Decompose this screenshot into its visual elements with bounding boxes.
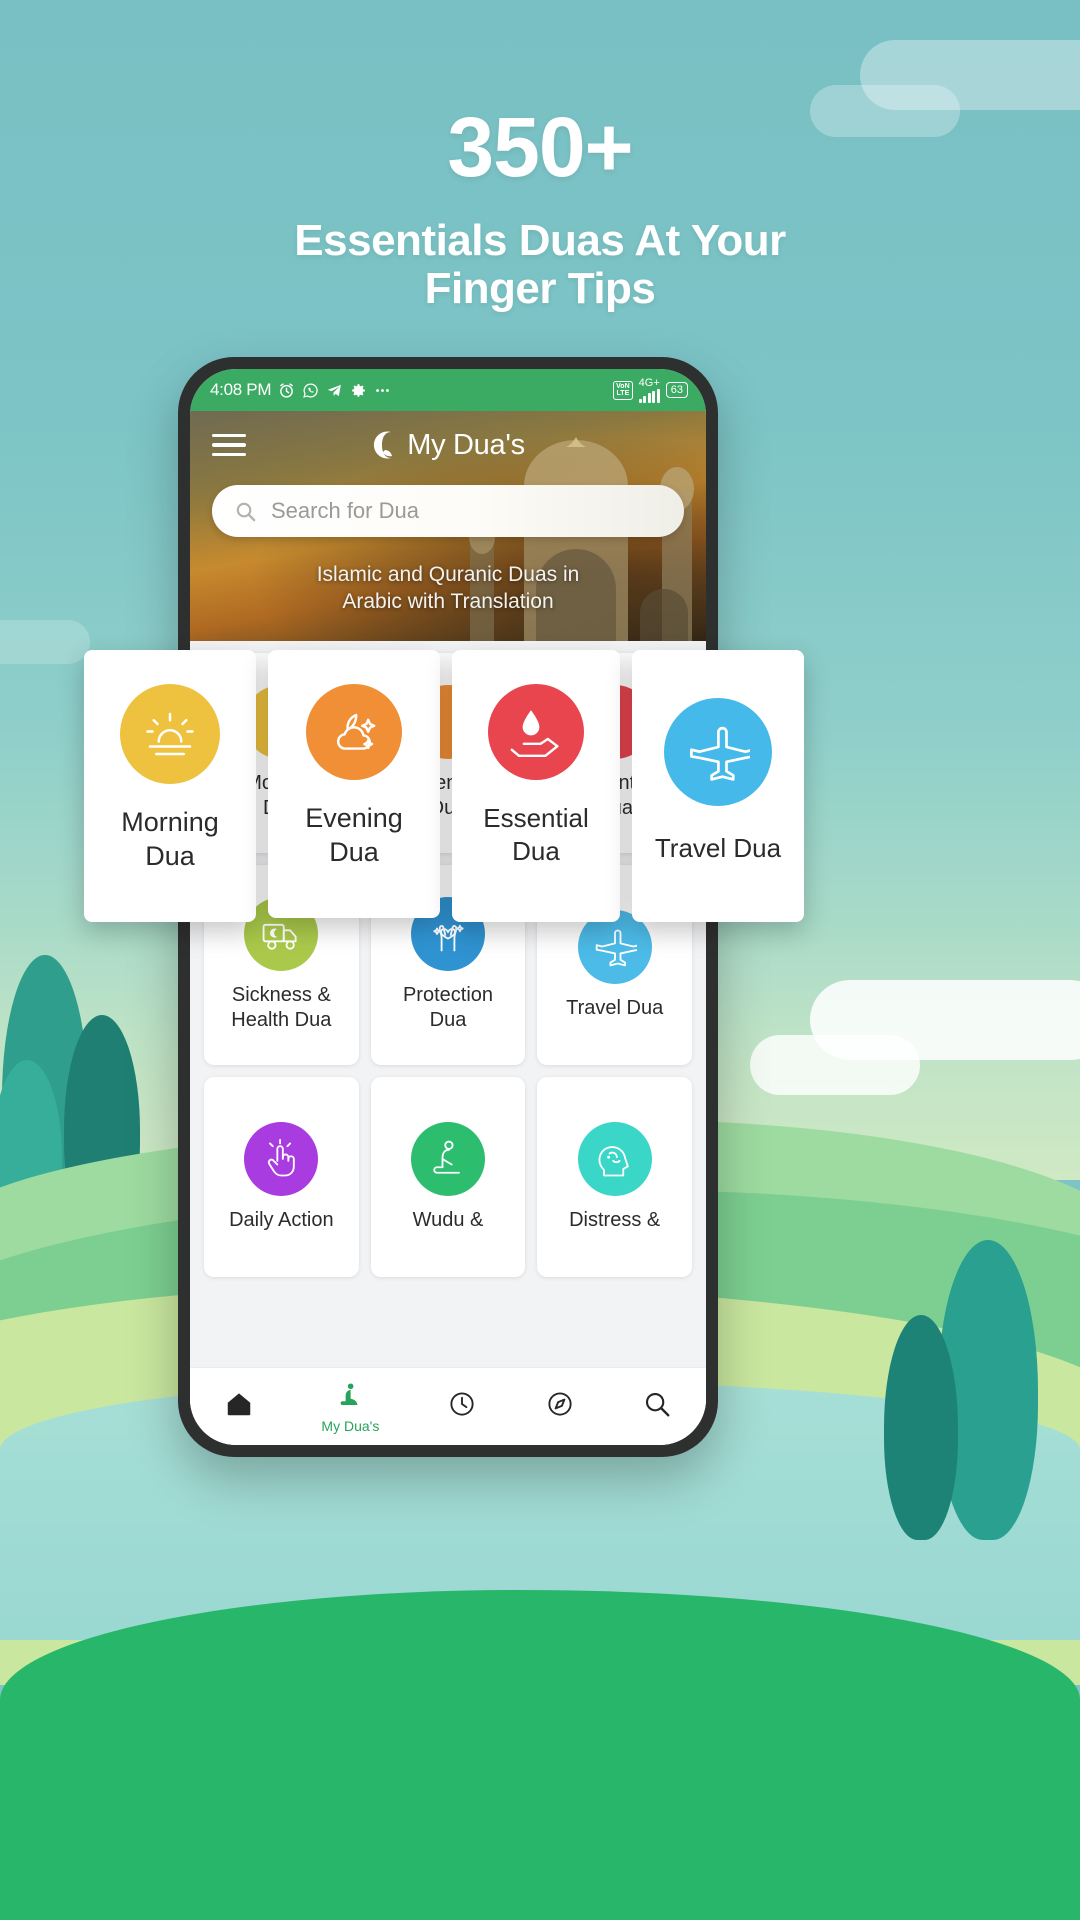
featured-card-label: Evening Dua (305, 803, 403, 867)
featured-card[interactable]: Morning Dua (84, 650, 256, 922)
battery-icon: 63 (665, 382, 688, 398)
app-title: My Dua's (407, 428, 525, 461)
bottom-navigation: My Dua's (190, 1367, 706, 1445)
featured-card-label: Essential Dua (483, 803, 589, 866)
praying-person-icon (410, 1121, 485, 1196)
featured-card-label: Travel Dua (654, 833, 782, 863)
sunrise-icon (120, 684, 220, 784)
whatsapp-icon (303, 382, 318, 398)
category-label: Daily Action (229, 1208, 334, 1231)
app-subtitle: Islamic and Quranic Duas in Arabic with … (190, 561, 706, 616)
hamburger-icon[interactable] (212, 433, 246, 457)
water-hand-icon (488, 684, 584, 780)
hero-subheadline-line2: Finger Tips (424, 264, 656, 314)
hero-text-block: 350+ Essentials Duas At Your Finger Tips (0, 105, 1080, 314)
crescent-moon-icon (374, 431, 393, 459)
ground-shape (0, 1590, 1080, 1920)
airplane-icon (664, 698, 772, 806)
nav-item-home[interactable] (224, 1389, 254, 1424)
featured-card[interactable]: Evening Dua (268, 650, 440, 918)
compass-icon (545, 1389, 575, 1424)
featured-card[interactable]: Travel Dua (632, 650, 804, 922)
search-input[interactable]: Search for Dua (212, 485, 684, 537)
tree-icon (882, 1290, 960, 1540)
category-label: Wudu & (412, 1208, 484, 1231)
app-subtitle-line2: Arabic with Translation (342, 590, 554, 614)
hero-subheadline-line1: Essentials Duas At Your (294, 216, 786, 265)
featured-card[interactable]: Essential Dua (452, 650, 620, 922)
hero-headline: 350+ (447, 100, 633, 194)
category-label: Sickness & Health Dua (231, 984, 332, 1031)
featured-cards-row: Morning Dua Evening Dua Essential Dua Travel D… (84, 650, 894, 930)
volte-label-bottom: LTE (616, 390, 630, 397)
signal-bars-icon (638, 388, 660, 403)
gear-icon (352, 383, 366, 397)
battery-percent: 63 (670, 384, 683, 396)
search-placeholder: Search for Dua (271, 498, 419, 523)
app-subtitle-line1: Islamic and Quranic Duas in (316, 563, 580, 586)
nav-item-praying-person[interactable]: My Dua's (321, 1380, 379, 1434)
search-icon (236, 502, 256, 521)
app-title-group: My Dua's (190, 429, 706, 462)
hand-tap-icon (244, 1121, 319, 1196)
nav-item-clock[interactable] (447, 1389, 477, 1424)
nav-item-compass[interactable] (545, 1389, 575, 1424)
category-label: Distress & (569, 1208, 661, 1231)
featured-card-label: Morning Dua (121, 807, 219, 871)
search-icon (642, 1389, 672, 1424)
volte-icon: VoN LTE (613, 380, 633, 400)
moon-cloud-icon (306, 684, 402, 780)
praying-person-icon (335, 1380, 365, 1415)
category-card[interactable]: Wudu & (370, 1077, 526, 1277)
category-label: Travel Dua (566, 996, 664, 1019)
nav-item-search[interactable] (642, 1389, 672, 1424)
more-icon (376, 388, 390, 392)
home-icon (224, 1389, 254, 1424)
status-time: 4:08 PM (210, 380, 272, 399)
nav-item-label: My Dua's (321, 1417, 380, 1434)
alarm-icon (280, 382, 294, 398)
cloud-icon (0, 620, 90, 664)
category-card[interactable]: Distress & (537, 1077, 692, 1277)
cloud-icon (750, 1035, 920, 1095)
app-header: My Dua's Search for Dua Islamic and Qura… (190, 411, 706, 641)
volte-label-top: VoN (616, 382, 630, 390)
status-bar: 4:08 PM VoN LTE 4G+ 63 (190, 369, 706, 411)
category-label: Protection Dua (402, 984, 494, 1031)
network-type-label: 4G+ (638, 376, 660, 389)
clock-icon (447, 1389, 477, 1424)
telegram-icon (327, 384, 342, 396)
head-mind-icon (577, 1121, 652, 1196)
category-card[interactable]: Daily Action (204, 1077, 359, 1277)
